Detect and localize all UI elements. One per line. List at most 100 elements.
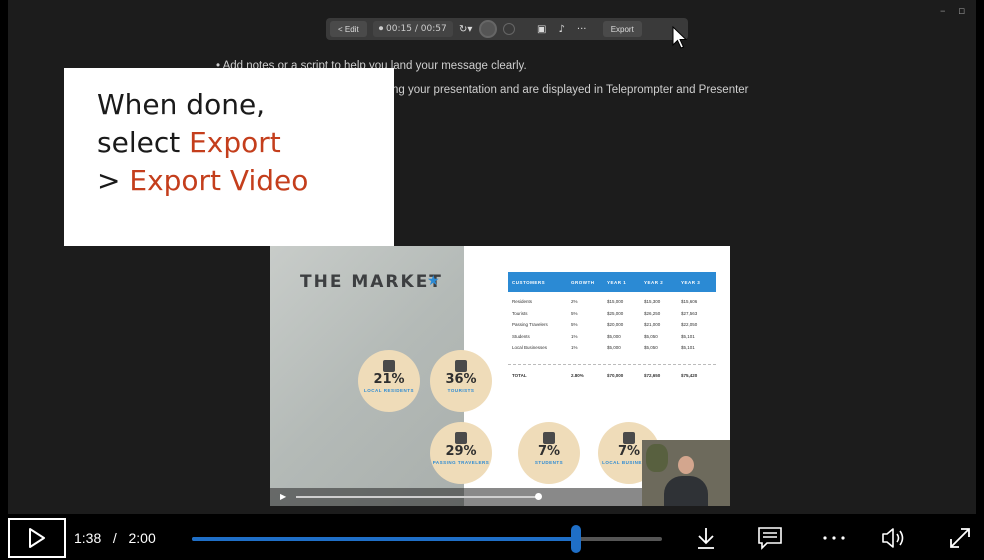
- table-cell: Passing Travelers: [512, 322, 548, 328]
- table-cell: 2.80%: [571, 372, 584, 378]
- table-cell: $5,050: [644, 333, 658, 339]
- table-row: Students 1% $5,000 $5,050 $5,101: [508, 331, 716, 343]
- seek-bar[interactable]: [192, 525, 662, 553]
- duration: 2:00: [128, 530, 156, 546]
- luggage-icon: [455, 360, 467, 372]
- table-row: Residents 2% $15,000 $15,300 $15,606: [508, 296, 716, 308]
- stat-percent: 29%: [445, 444, 477, 459]
- presenter-head: [678, 456, 694, 474]
- download-icon: [698, 528, 714, 549]
- callout-line-1: When done,: [97, 88, 266, 121]
- table-cell: Tourists: [512, 310, 528, 316]
- table-cell: $72,650: [644, 372, 661, 378]
- restore-icon: ▫: [958, 4, 966, 17]
- table-cell: $5,000: [607, 345, 621, 351]
- stat-label: STUDENTS: [534, 460, 564, 465]
- table-cell: Residents: [512, 299, 533, 305]
- table-cell: Students: [512, 333, 530, 339]
- more-options-button[interactable]: [820, 524, 848, 552]
- table-cell: 2%: [571, 299, 578, 305]
- minimize-icon: –: [940, 4, 946, 17]
- table-cell: $27,563: [681, 310, 698, 316]
- stat-percent: 36%: [445, 372, 477, 387]
- table-total-row: TOTAL 2.80% $70,000 $72,650 $75,420: [508, 370, 716, 382]
- table-cell: $5,101: [681, 345, 695, 351]
- table-cell: $5,050: [644, 345, 658, 351]
- stat-circle-tourists: 36% TOURISTS: [430, 350, 492, 412]
- current-time: 1:38: [74, 530, 102, 546]
- callout-text: select: [97, 126, 190, 159]
- play-icon: ▶: [280, 492, 287, 501]
- stat-label: TOURISTS: [447, 388, 475, 393]
- register-icon: [623, 432, 635, 444]
- volume-button[interactable]: [880, 524, 908, 552]
- column-header: YEAR 2: [644, 279, 664, 285]
- table-cell: 5%: [571, 322, 578, 328]
- table-cell: $21,000: [644, 322, 661, 328]
- column-header: GROWTH: [571, 279, 595, 285]
- table-row: Local Businesses 1% $5,000 $5,050 $5,101: [508, 342, 716, 354]
- callout-export-video-highlight: Export Video: [129, 164, 309, 197]
- stat-percent: 7%: [537, 444, 561, 459]
- seek-bar-fill: [192, 537, 576, 541]
- timer-display: ⏺ 00:15 / 00:57: [372, 21, 453, 37]
- more-options-icon: [823, 536, 845, 540]
- presenter-body: [664, 476, 708, 506]
- microphone-icon: ♪: [558, 23, 565, 35]
- time-separator: /: [112, 530, 117, 546]
- table-cell: Local Businesses: [512, 345, 548, 351]
- table-cell: $15,000: [607, 299, 624, 305]
- column-header: YEAR 1: [607, 279, 627, 285]
- stat-circle-residents: 21% LOCAL RESIDENTS: [358, 350, 420, 412]
- table-header: CUSTOMERS GROWTH YEAR 1 YEAR 2 YEAR 3: [508, 272, 716, 292]
- fullscreen-icon: [950, 528, 970, 548]
- callout-export-highlight: Export: [189, 126, 281, 159]
- table-cell: 1%: [571, 333, 578, 339]
- callout-line-3: > Export Video: [97, 162, 394, 200]
- recording-timer: ⏺ 00:15 / 00:57: [378, 24, 447, 34]
- seek-bar-thumb[interactable]: [570, 525, 581, 553]
- slide-progress-track: [296, 496, 536, 498]
- table-cell: $26,250: [644, 310, 661, 316]
- table-cell: $70,000: [607, 372, 624, 378]
- table-cell: $5,000: [607, 333, 621, 339]
- video-frame[interactable]: – ▫ < Edit ⏺ 00:15 / 00:57 ↻▾ ▣ ♪ ··· Ex…: [8, 0, 976, 514]
- column-header: YEAR 3: [681, 279, 701, 285]
- download-button[interactable]: [692, 524, 720, 552]
- column-header: CUSTOMERS: [512, 279, 546, 285]
- table-cell: TOTAL: [512, 372, 527, 378]
- table-cell: $25,000: [607, 310, 624, 316]
- star-icon: ★: [427, 273, 440, 289]
- fullscreen-button[interactable]: [946, 524, 974, 552]
- record-icon: [478, 20, 497, 38]
- mouse-cursor-icon: [672, 26, 688, 49]
- table-cell: $15,606: [681, 299, 698, 305]
- stat-label: LOCAL RESIDENTS: [364, 388, 414, 393]
- table-cell: 1%: [571, 345, 578, 351]
- recording-toolbar: < Edit ⏺ 00:15 / 00:57 ↻▾ ▣ ♪ ··· Export: [326, 18, 688, 40]
- slide-playback-bar: ▶: [270, 488, 642, 506]
- table-cell: $22,050: [681, 322, 698, 328]
- captions-icon: [758, 527, 782, 550]
- cup-icon: [455, 432, 467, 444]
- stop-icon: [502, 23, 515, 35]
- callout-text: >: [97, 164, 130, 197]
- table-cell: $5,101: [681, 333, 695, 339]
- play-button[interactable]: [8, 518, 66, 558]
- camera-off-icon: ▣: [536, 23, 547, 35]
- table-cell: $75,420: [681, 372, 698, 378]
- table-cell: $15,300: [644, 299, 661, 305]
- volume-icon: [882, 528, 904, 548]
- retake-icon: ↻▾: [458, 23, 473, 35]
- table-cell: $20,000: [607, 322, 624, 328]
- building-icon: [383, 360, 395, 372]
- callout-line-2: select Export: [97, 124, 394, 162]
- edit-button: < Edit: [330, 21, 367, 37]
- stat-circle-students: 7% STUDENTS: [518, 422, 580, 484]
- time-display: 1:38 / 2:00: [74, 530, 156, 546]
- table-row: Passing Travelers 5% $20,000 $21,000 $22…: [508, 319, 716, 331]
- play-icon: [29, 528, 45, 548]
- background-plant: [646, 444, 668, 472]
- captions-button[interactable]: [756, 524, 784, 552]
- slide-preview: THE MARKET ★ 21% LOCAL RESIDENTS 36% TOU…: [270, 246, 730, 506]
